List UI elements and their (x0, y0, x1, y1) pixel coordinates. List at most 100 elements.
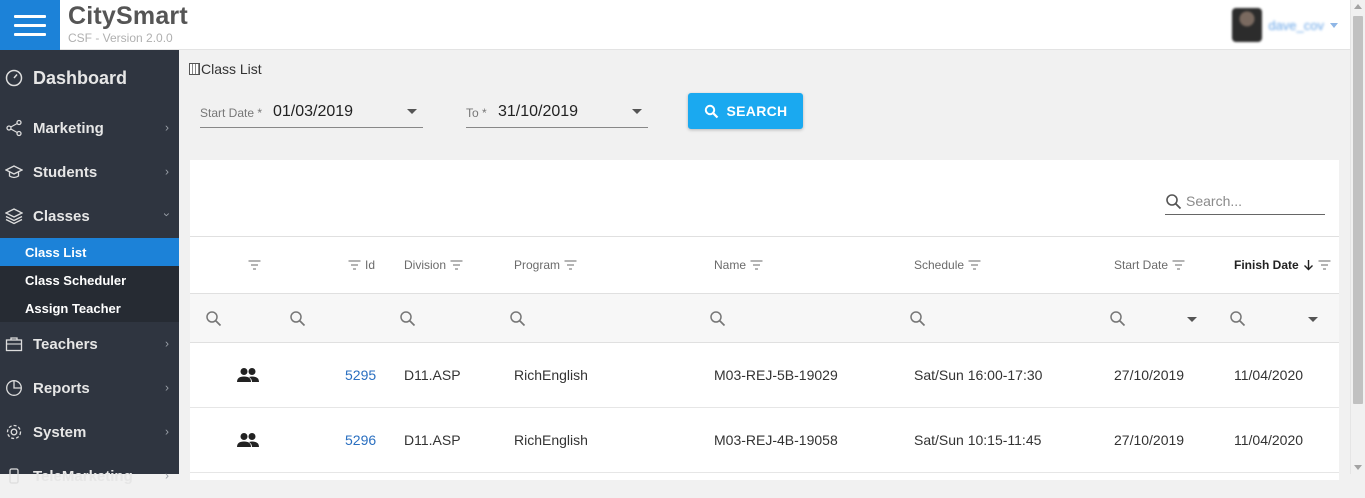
sidebar-item-assign-teacher[interactable]: Assign Teacher (0, 294, 179, 322)
column-label: Schedule (914, 258, 965, 272)
sidebar-item-dashboard[interactable]: Dashboard (0, 50, 179, 106)
start-date-field[interactable]: Start Date * 01/03/2019 (200, 94, 423, 128)
sidebar: Dashboard Marketing › Students › Classes… (0, 50, 179, 485)
filter-icon (564, 260, 577, 270)
sidebar-item-system[interactable]: System › (0, 410, 179, 454)
column-label: Id (365, 258, 376, 272)
scrollbar-thumb[interactable] (1353, 16, 1363, 404)
class-id-link[interactable]: 5295 (345, 343, 376, 407)
end-date-field[interactable]: To * 31/10/2019 (466, 94, 648, 128)
group-icon[interactable] (236, 408, 260, 472)
filter-icon (1318, 260, 1331, 270)
search-button-label: SEARCH (726, 103, 788, 119)
hamburger-icon-line (14, 23, 46, 27)
briefcase-icon (5, 335, 23, 353)
user-menu[interactable]: dave_cov (1232, 8, 1338, 42)
column-header-schedule[interactable]: Schedule (914, 237, 981, 293)
column-label: Finish Date (1234, 258, 1299, 272)
group-icon[interactable] (236, 343, 260, 407)
start-date-cell: 27/10/2019 (1114, 432, 1185, 448)
division-cell: D11.ASP (404, 367, 461, 383)
column-header-program[interactable]: Program (514, 237, 577, 293)
brand: CitySmart CSF - Version 2.0.0 (68, 2, 188, 45)
chevron-right-icon: › (165, 336, 169, 351)
breadcrumb: Class List (189, 61, 262, 77)
start-date-value[interactable]: 01/03/2019 (273, 103, 353, 121)
sidebar-item-teachers[interactable]: Teachers › (0, 322, 179, 366)
sidebar-item-class-scheduler[interactable]: Class Scheduler (0, 266, 179, 294)
table-row[interactable]: 5295 D11.ASP RichEnglish M03-REJ-5B-1902… (190, 343, 1339, 408)
sidebar-item-reports[interactable]: Reports › (0, 366, 179, 410)
program-cell: RichEnglish (514, 432, 588, 448)
column-label: Program (514, 258, 561, 272)
menu-toggle-button[interactable] (0, 0, 60, 50)
caret-down-icon[interactable] (1330, 22, 1338, 28)
start-date-label: Start Date * (200, 106, 263, 120)
sidebar-item-students[interactable]: Students › (0, 150, 179, 194)
pie-chart-icon (5, 379, 23, 397)
sidebar-item-label: System (33, 423, 87, 441)
sidebar-item-label: TeleMarketing (33, 467, 133, 485)
filter-search-icon[interactable] (1109, 294, 1126, 343)
share-icon (5, 119, 23, 137)
chevron-right-icon: › (165, 380, 169, 395)
chevron-down-icon: › (160, 212, 174, 217)
filter-search-icon[interactable] (709, 294, 726, 343)
app-name: CitySmart (68, 2, 188, 30)
column-label: Start Date (1114, 258, 1169, 272)
filter-search-icon[interactable] (289, 294, 306, 343)
class-id-link[interactable]: 5296 (345, 408, 376, 472)
avatar[interactable] (1232, 8, 1263, 42)
building-icon (189, 63, 200, 75)
column-header-finish-date[interactable]: Finish Date (1234, 237, 1331, 293)
dropdown-arrow-icon[interactable] (1187, 317, 1197, 322)
program-cell: RichEnglish (514, 367, 588, 383)
phone-icon (5, 467, 23, 485)
grid-search[interactable] (1165, 188, 1325, 215)
sidebar-item-classes[interactable]: Classes › (0, 194, 179, 238)
user-name[interactable]: dave_cov (1268, 18, 1324, 33)
filter-icon (348, 260, 361, 270)
start-date-cell: 27/10/2019 (1114, 367, 1185, 383)
filter-search-icon[interactable] (1229, 294, 1246, 343)
filter-icon (450, 260, 463, 270)
column-header-name[interactable]: Name (714, 237, 763, 293)
column-header-id[interactable]: Id (348, 237, 375, 293)
column-header-division[interactable]: Division (404, 237, 463, 293)
end-date-value[interactable]: 31/10/2019 (498, 103, 578, 121)
sidebar-item-label: Marketing (33, 119, 104, 137)
filter-search-icon[interactable] (399, 294, 416, 343)
app-version: CSF - Version 2.0.0 (68, 31, 173, 45)
sidebar-item-label: Teachers (33, 335, 98, 353)
name-cell: M03-REJ-5B-19029 (714, 367, 838, 383)
column-label: Name (714, 258, 747, 272)
table-row[interactable]: 5296 D11.ASP RichEnglish M03-REJ-4B-1905… (190, 408, 1339, 473)
end-date-label: To * (466, 106, 487, 120)
scroll-down-arrow-icon[interactable] (1354, 465, 1362, 470)
dropdown-arrow-icon[interactable] (632, 109, 642, 114)
schedule-cell: Sat/Sun 10:15-11:45 (914, 432, 1042, 448)
chevron-right-icon: › (165, 120, 169, 135)
search-button[interactable]: SEARCH (688, 93, 803, 129)
main-content: Class List Start Date * 01/03/2019 To * … (179, 50, 1350, 480)
search-icon (704, 104, 718, 118)
grid-search-input[interactable] (1186, 193, 1316, 209)
grid-header: Id Division Program Name Schedule Start … (190, 236, 1339, 294)
graduation-cap-icon (5, 163, 23, 181)
page-scrollbar[interactable] (1350, 0, 1365, 474)
column-filter-icon[interactable] (248, 237, 261, 293)
column-header-start-date[interactable]: Start Date (1114, 237, 1185, 293)
filter-search-icon[interactable] (509, 294, 526, 343)
sidebar-item-telemarketing[interactable]: TeleMarketing › (0, 454, 179, 498)
chevron-right-icon: › (165, 468, 169, 483)
filter-search-icon[interactable] (909, 294, 926, 343)
filter-search-icon[interactable] (205, 294, 222, 343)
sidebar-item-class-list[interactable]: Class List (0, 238, 179, 266)
dropdown-arrow-icon[interactable] (407, 109, 417, 114)
scroll-up-arrow-icon[interactable] (1354, 4, 1362, 9)
class-grid: Id Division Program Name Schedule Start … (190, 160, 1339, 480)
sidebar-item-marketing[interactable]: Marketing › (0, 106, 179, 150)
speedometer-icon (5, 69, 23, 87)
dropdown-arrow-icon[interactable] (1308, 317, 1318, 322)
column-label: Division (404, 258, 447, 272)
